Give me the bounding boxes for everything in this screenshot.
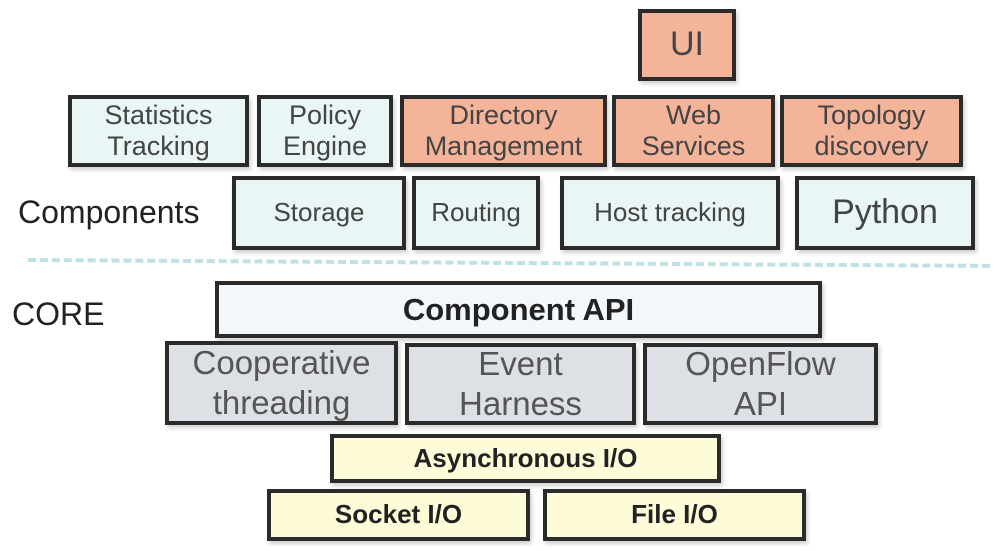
socket-io-box: Socket I/O [267, 489, 530, 541]
directory-management-box: Directory Management [400, 95, 607, 167]
routing-box: Routing [412, 176, 540, 250]
core-label: CORE [12, 296, 105, 332]
cooperative-threading-box: Cooperative threading [165, 341, 398, 425]
storage-box: Storage [232, 176, 406, 250]
component-api-box: Component API [215, 281, 822, 338]
file-io-box: File I/O [543, 489, 806, 541]
components-label: Components [18, 194, 200, 230]
host-tracking-box: Host tracking [560, 176, 780, 250]
event-harness-box: Event Harness [405, 343, 636, 425]
topology-discovery-box: Topology discovery [780, 95, 963, 167]
layer-divider [27, 258, 990, 268]
statistics-tracking-box: Statistics Tracking [68, 95, 249, 167]
web-services-box: Web Services [612, 95, 775, 167]
openflow-api-box: OpenFlow API [643, 343, 878, 425]
python-box: Python [795, 176, 975, 250]
policy-engine-box: Policy Engine [257, 95, 393, 167]
ui-box: UI [638, 9, 736, 81]
asynchronous-io-box: Asynchronous I/O [330, 434, 721, 483]
